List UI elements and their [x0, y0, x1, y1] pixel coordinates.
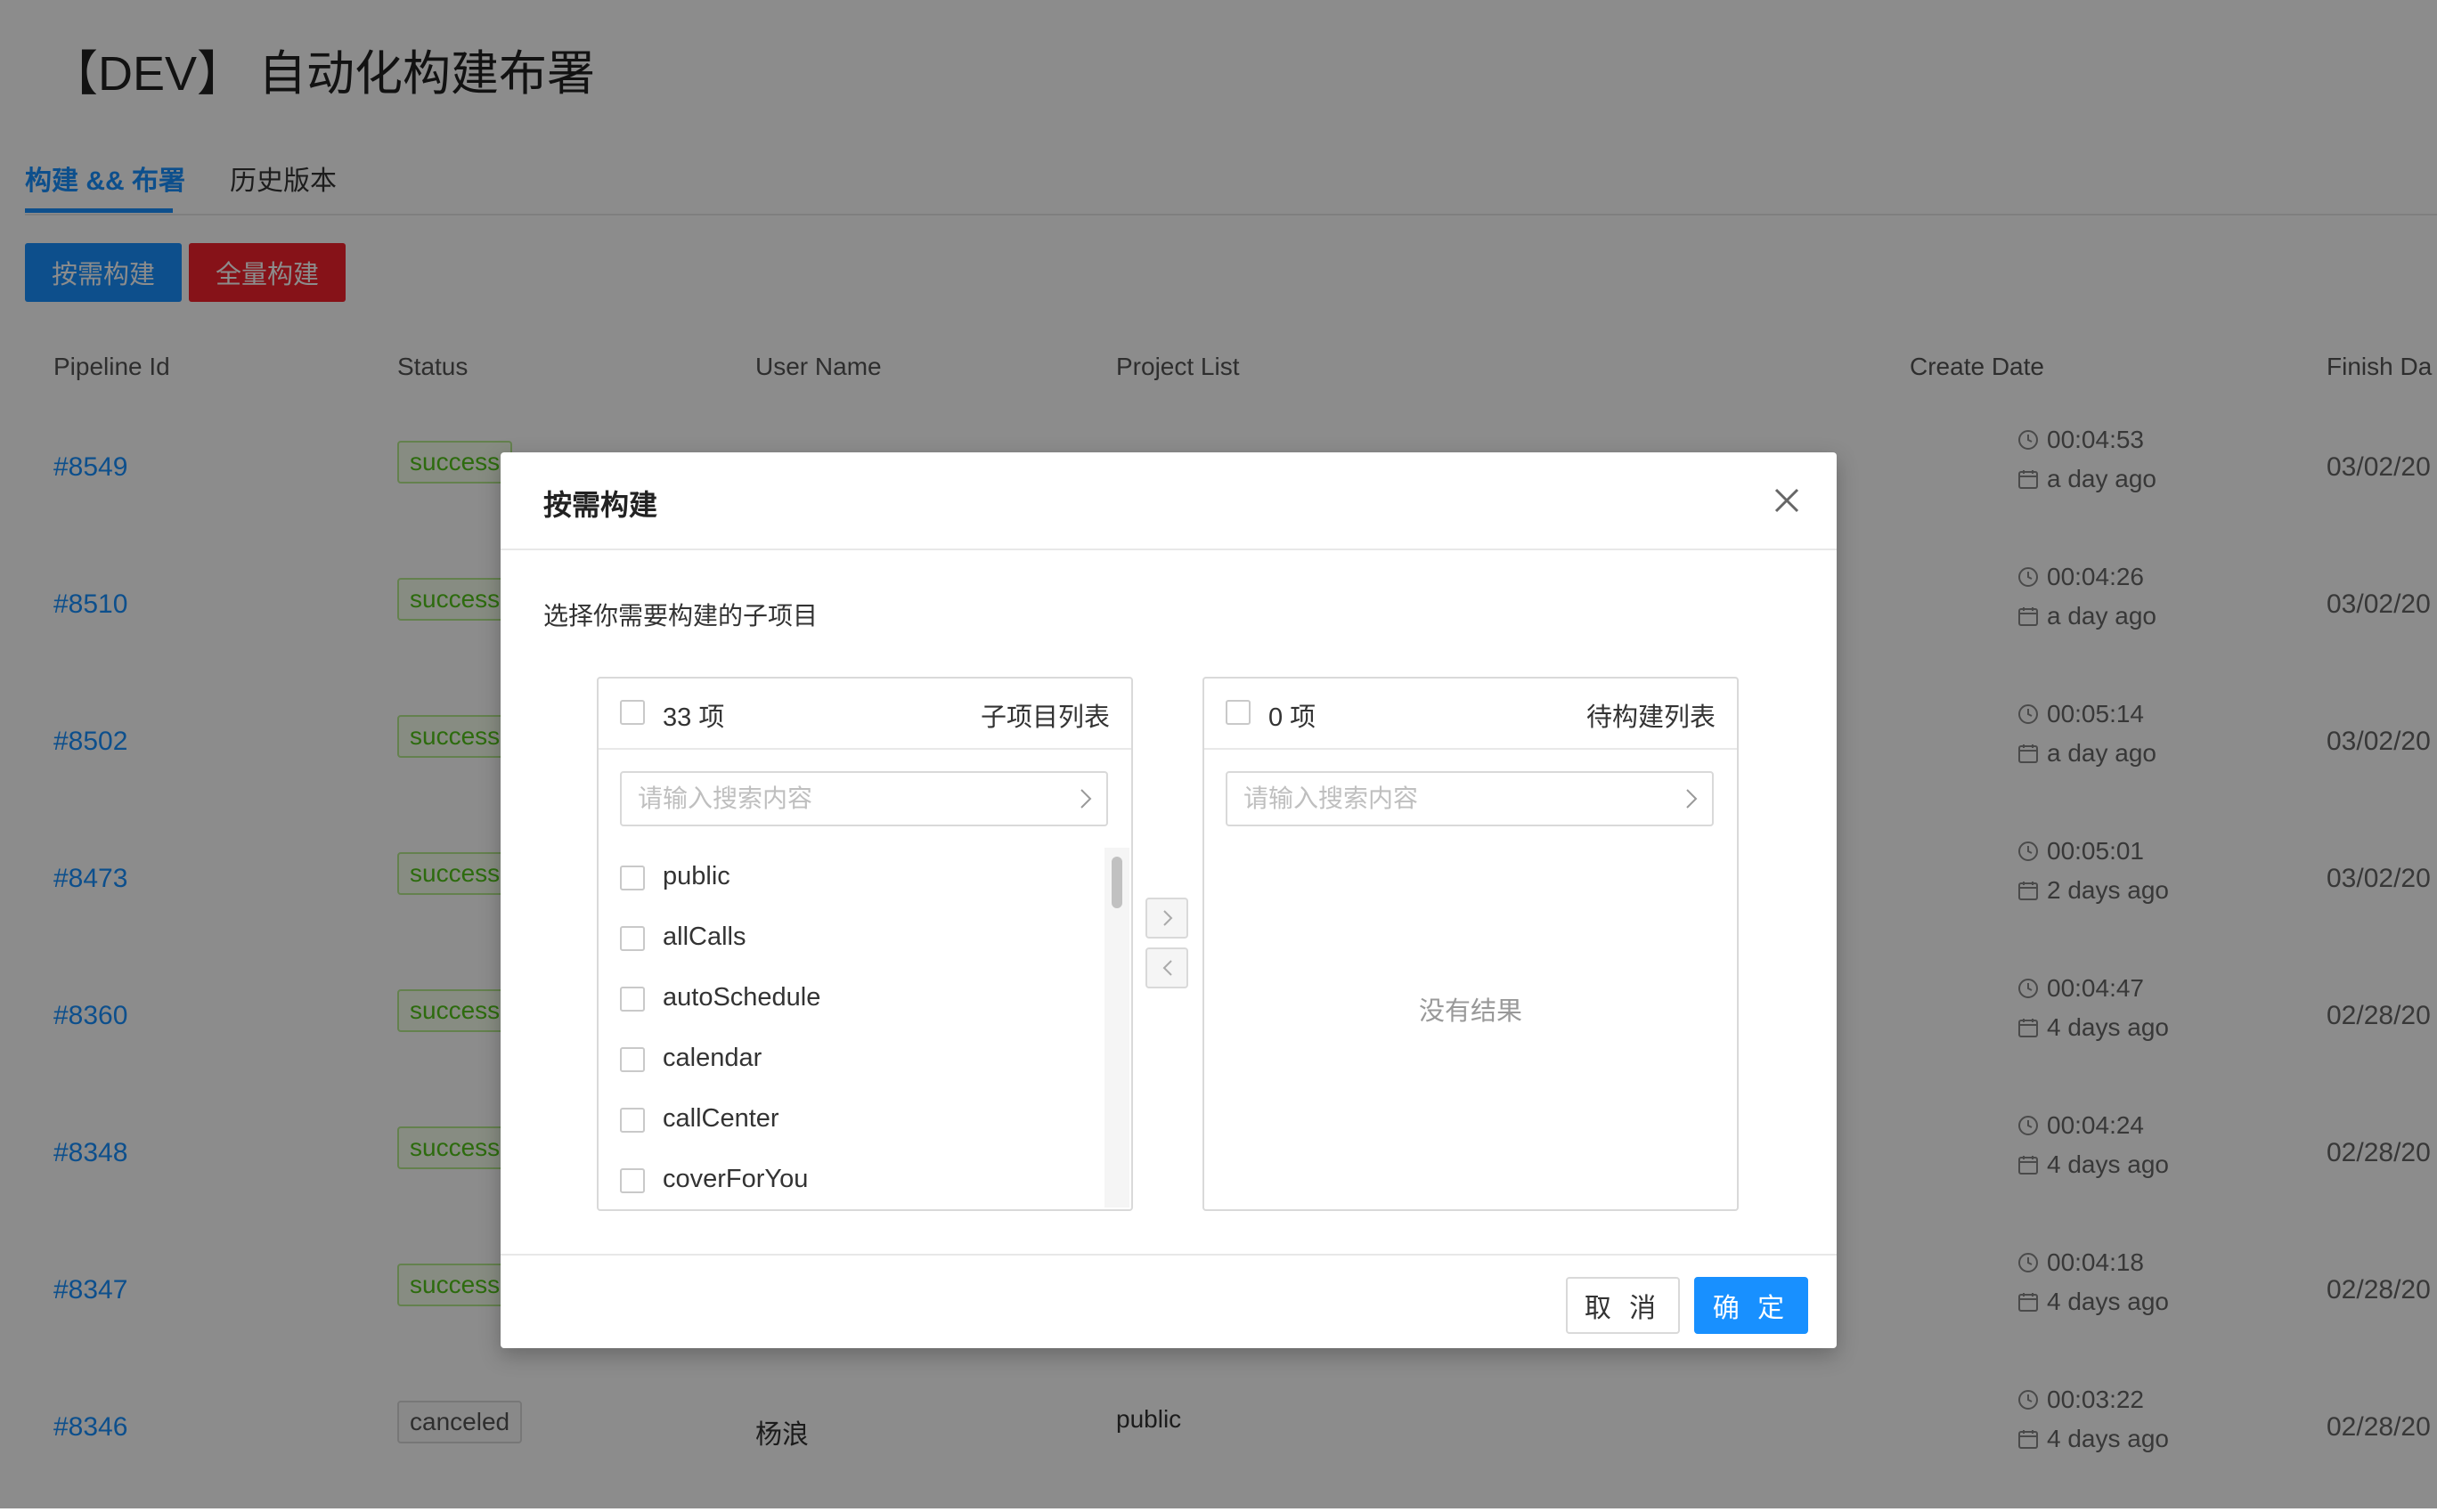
source-list-header: 33 项 子项目列表	[599, 679, 1131, 750]
close-icon[interactable]	[1769, 483, 1805, 518]
confirm-button[interactable]: 确 定	[1694, 1277, 1808, 1334]
select-all-source-checkbox[interactable]	[620, 700, 645, 725]
item-label: coverForYou	[663, 1165, 809, 1193]
target-search-input[interactable]	[1226, 771, 1714, 826]
list-item[interactable]: callCenter	[599, 1090, 1106, 1150]
modal-header: 按需构建	[501, 452, 1837, 550]
empty-result-text: 没有结果	[1418, 997, 1522, 1026]
modal-description: 选择你需要构建的子项目	[543, 602, 819, 630]
item-checkbox[interactable]	[620, 926, 645, 951]
list-item[interactable]: autoSchedule	[599, 969, 1106, 1029]
scrollbar-thumb[interactable]	[1112, 857, 1122, 908]
list-item[interactable]: calendar	[599, 1029, 1106, 1090]
modal-title: 按需构建	[543, 489, 658, 521]
source-title: 子项目列表	[980, 703, 1110, 732]
item-label: allCalls	[663, 923, 746, 951]
item-label: calendar	[663, 1044, 762, 1072]
target-count: 0 项	[1268, 703, 1316, 732]
chevron-right-icon	[1080, 789, 1092, 809]
move-right-button[interactable]	[1145, 898, 1188, 939]
chevron-left-icon	[1162, 960, 1172, 976]
modal-footer: 取 消 确 定	[501, 1254, 1837, 1350]
list-item[interactable]: public	[599, 848, 1106, 908]
item-checkbox[interactable]	[620, 1108, 645, 1133]
source-items: public allCalls autoSchedule calendar callCe…	[599, 848, 1131, 1207]
list-item[interactable]: coverForYou	[599, 1150, 1106, 1207]
chevron-right-icon	[1163, 910, 1173, 926]
target-title: 待构建列表	[1585, 703, 1716, 732]
item-checkbox[interactable]	[620, 1168, 645, 1193]
target-list: 0 项 待构建列表 没有结果	[1202, 677, 1739, 1211]
item-label: public	[663, 862, 730, 890]
move-left-button[interactable]	[1145, 947, 1188, 988]
item-checkbox[interactable]	[620, 1047, 645, 1072]
chevron-right-icon	[1686, 789, 1698, 809]
target-list-header: 0 项 待构建列表	[1204, 679, 1737, 750]
list-item[interactable]: allCalls	[599, 908, 1106, 969]
cancel-button[interactable]: 取 消	[1566, 1277, 1680, 1334]
item-checkbox[interactable]	[620, 987, 645, 1012]
build-modal: 按需构建 选择你需要构建的子项目 33 项 子项目列表 public allCal…	[501, 452, 1837, 1348]
item-label: callCenter	[663, 1104, 779, 1133]
item-checkbox[interactable]	[620, 866, 645, 890]
source-search-input[interactable]	[620, 771, 1108, 826]
source-count: 33 项	[663, 703, 725, 732]
select-all-target-checkbox[interactable]	[1226, 700, 1251, 725]
item-label: autoSchedule	[663, 983, 821, 1012]
source-list: 33 项 子项目列表 public allCalls autoSchedule cal…	[597, 677, 1133, 1211]
